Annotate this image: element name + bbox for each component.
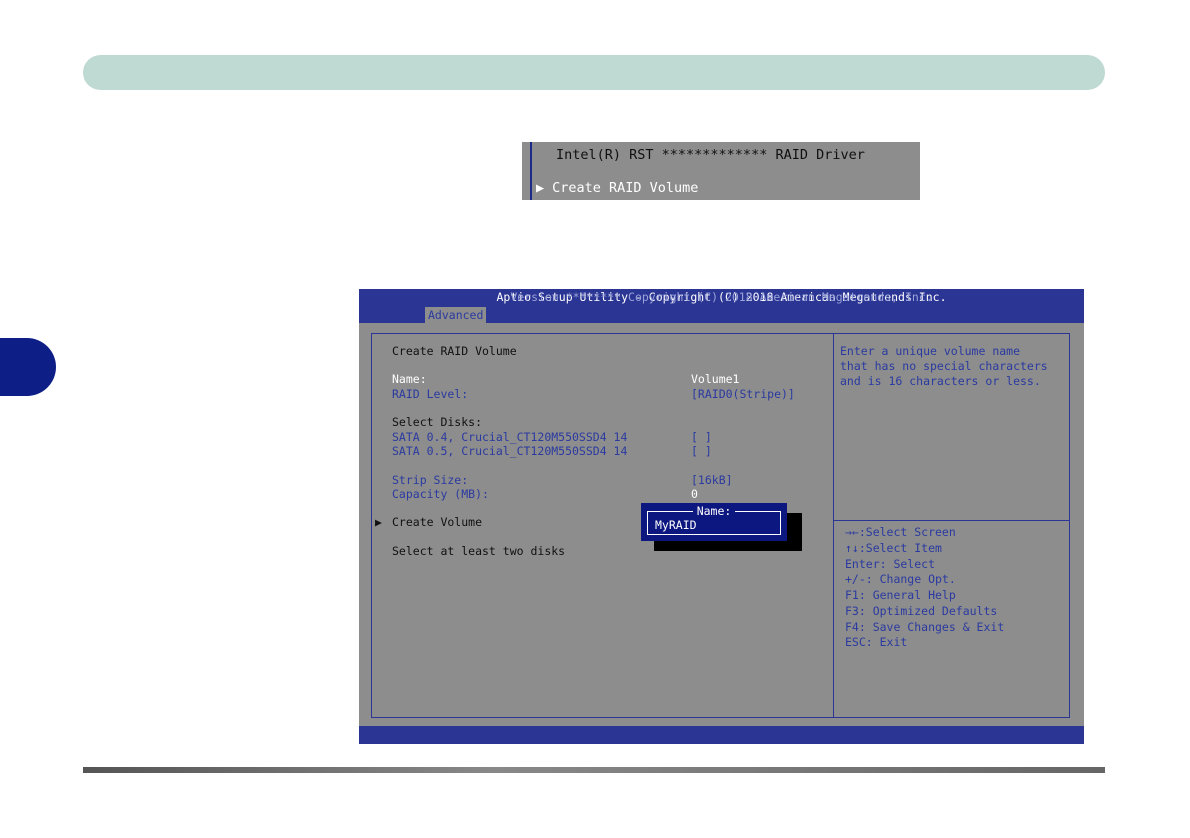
key-hint: F1: General Help [845, 588, 956, 602]
key-hint: ESC: Exit [845, 635, 908, 649]
name-popup-dialog[interactable]: Name: MyRAID [641, 503, 787, 541]
raid-level-label[interactable]: RAID Level: [392, 387, 468, 402]
help-line: and is 16 characters or less. [840, 374, 1041, 388]
raid-level-value[interactable]: [RAID0(Stripe)] [691, 387, 795, 402]
help-line: Enter a unique volume name [840, 344, 1021, 358]
triangle-right-icon: ▶ [536, 180, 545, 196]
key-hint: +/-: Change Opt. [845, 572, 956, 586]
key-hint: F4: Save Changes & Exit [845, 620, 1005, 634]
create-raid-volume-item[interactable]: ▶ Create RAID Volume [536, 180, 698, 196]
popup-name-input[interactable]: MyRAID [655, 518, 697, 532]
disk-label[interactable]: SATA 0.4, Crucial_CT120M550SSD4 14 [392, 430, 627, 445]
create-volume-item[interactable]: Create Volume [392, 515, 482, 530]
bios-screen: Aptio Setup Utility - Copyright (C) 2018… [359, 289, 1084, 744]
disk-label[interactable]: SATA 0.5, Crucial_CT120M550SSD4 14 [392, 444, 627, 459]
key-hint: ↑↓:Select Item [845, 541, 942, 555]
key-hint: →←:Select Screen [845, 525, 956, 539]
hint-text: Select at least two disks [392, 544, 566, 558]
bios-footer-text: Version ******** Copyright (C) 2018 Amer… [510, 290, 933, 304]
page-footer-line [83, 767, 1105, 773]
bios-divider-vertical [833, 333, 834, 718]
strip-size-label[interactable]: Strip Size: [392, 473, 468, 488]
select-disks-label: Select Disks: [392, 415, 483, 429]
bios-footer-bar [359, 726, 1084, 744]
raid-driver-title: Intel(R) RST ************* RAID Driver [556, 147, 865, 163]
page-heading: Create RAID Volume [392, 344, 517, 358]
name-value[interactable]: Volume1 [691, 372, 739, 387]
strip-size-value[interactable]: [16kB] [691, 473, 733, 488]
key-hint: F3: Optimized Defaults [845, 604, 998, 618]
help-line: that has no special characters [840, 359, 1048, 373]
disk-checkbox[interactable]: [ ] [691, 430, 712, 445]
capacity-value: 0 [691, 487, 698, 501]
popup-title: Name: [641, 504, 787, 518]
page-header-bar [83, 55, 1105, 90]
raid-driver-panel: Intel(R) RST ************* RAID Driver ▶… [522, 142, 920, 200]
capacity-label: Capacity (MB): [392, 487, 489, 501]
bios-divider-horizontal [834, 520, 1070, 521]
key-hint: Enter: Select [845, 557, 936, 571]
panel-edge [530, 142, 532, 200]
tab-advanced[interactable]: Advanced [425, 307, 487, 323]
create-raid-volume-label: Create RAID Volume [552, 180, 699, 196]
name-label[interactable]: Name: [392, 372, 427, 387]
disk-checkbox[interactable]: [ ] [691, 444, 712, 459]
selection-arrow-icon: ▶ [375, 515, 382, 529]
chapter-side-tab [0, 338, 56, 396]
